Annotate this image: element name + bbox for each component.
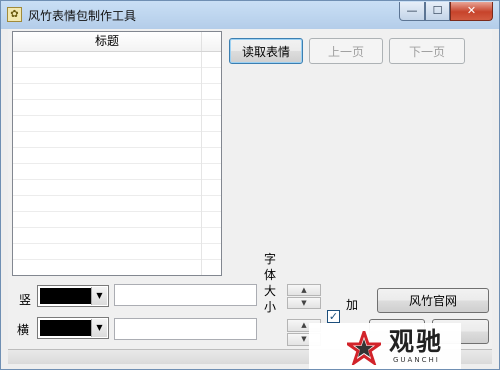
vertical-color-dropdown[interactable]: ▼ bbox=[37, 285, 109, 307]
horizontal-text-input[interactable] bbox=[114, 318, 257, 340]
client-area: 标题 读取表情 上一页 下一页 竖 ▼ 横 ▼ 字 体 大 小 ▲ ▼ ▲ ▼ … bbox=[8, 29, 492, 364]
app-window: ✿ 风竹表情包制作工具 — ☐ ✕ 标题 读取表情 上一页 下一页 竖 ▼ 横 … bbox=[0, 0, 500, 370]
read-emoticon-button[interactable]: 读取表情 bbox=[229, 38, 303, 64]
horizontal-label: 横 bbox=[17, 323, 30, 337]
title-bar[interactable]: ✿ 风竹表情包制作工具 — ☐ ✕ bbox=[1, 1, 499, 28]
font-size-up-button[interactable]: ▲ bbox=[287, 284, 321, 296]
watermark-main-text: 观驰 bbox=[389, 327, 444, 356]
bold-checkbox[interactable]: ✓ bbox=[327, 310, 340, 323]
vertical-text-input[interactable] bbox=[114, 284, 257, 306]
prev-page-button[interactable]: 上一页 bbox=[309, 38, 383, 64]
watermark-star-icon bbox=[347, 331, 381, 365]
next-page-button[interactable]: 下一页 bbox=[389, 38, 465, 64]
font-size-char-2: 体 bbox=[263, 268, 276, 282]
emoticon-list[interactable]: 标题 bbox=[12, 31, 222, 276]
window-title: 风竹表情包制作工具 bbox=[28, 9, 137, 23]
font-size-char-4: 小 bbox=[263, 300, 276, 314]
horizontal-color-swatch bbox=[40, 320, 91, 336]
list-body[interactable] bbox=[13, 52, 221, 275]
watermark-sub-text: GUANCHI bbox=[393, 356, 440, 364]
column-header-title[interactable]: 标题 bbox=[13, 32, 202, 51]
watermark: 观驰 GUANCHI bbox=[309, 323, 461, 369]
bold-label: 加 bbox=[346, 298, 359, 312]
app-icon: ✿ bbox=[7, 7, 22, 22]
chevron-down-icon[interactable]: ▼ bbox=[91, 319, 107, 337]
font-size-char-1: 字 bbox=[263, 252, 276, 266]
chevron-down-icon[interactable]: ▼ bbox=[91, 287, 107, 305]
maximize-button[interactable]: ☐ bbox=[425, 2, 450, 21]
list-header: 标题 bbox=[13, 32, 221, 52]
official-website-button[interactable]: 风竹官网 bbox=[377, 288, 489, 313]
close-button[interactable]: ✕ bbox=[450, 2, 493, 21]
vertical-label: 竖 bbox=[19, 293, 32, 307]
font-size-down-button[interactable]: ▼ bbox=[287, 297, 321, 309]
minimize-button[interactable]: — bbox=[399, 2, 425, 21]
font-size-char-3: 大 bbox=[263, 284, 276, 298]
vertical-color-swatch bbox=[40, 288, 91, 304]
horizontal-color-dropdown[interactable]: ▼ bbox=[37, 317, 109, 339]
